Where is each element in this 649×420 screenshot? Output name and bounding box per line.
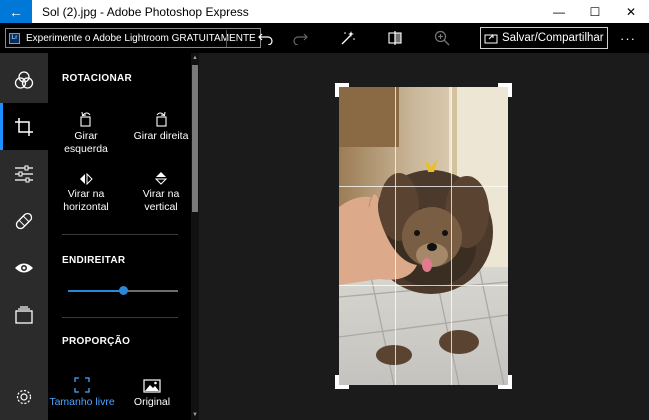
straighten-slider-thumb[interactable] [118, 286, 128, 295]
top-toolbar: Lr Experimente o Adobe Lightroom GRATUIT… [0, 23, 649, 53]
crop-options-panel: ROTACIONAR Girar esquerda Girar direita … [48, 53, 191, 420]
rotate-left-button[interactable]: Girar esquerda [51, 105, 121, 156]
settings-button[interactable] [0, 373, 48, 420]
back-arrow-icon: ← [9, 3, 23, 20]
rotate-right-icon [156, 111, 167, 127]
rail-item-red-eye[interactable] [0, 244, 48, 291]
crop-handle-bottom-left[interactable] [335, 375, 349, 389]
circles-icon [14, 70, 34, 89]
aspect-original-label: Original [133, 396, 171, 408]
rail-item-adjust[interactable] [0, 150, 48, 197]
aspect-free-button[interactable]: Tamanho livre [48, 371, 117, 409]
crop-handle-bottom-right[interactable] [498, 375, 512, 389]
scroll-down-icon[interactable]: ▼ [191, 410, 199, 420]
rotate-left-label: Girar esquerda [64, 130, 108, 155]
back-button[interactable]: ← [0, 0, 32, 23]
save-share-button[interactable]: Salvar/Compartilhar [480, 27, 608, 49]
flip-vertical-button[interactable]: Virar na vertical [126, 163, 191, 214]
rail-item-borders[interactable] [0, 291, 48, 338]
dog-photo [339, 87, 508, 385]
crop-handle-top-left[interactable] [335, 83, 349, 97]
save-share-label: Salvar/Compartilhar [502, 32, 604, 44]
flip-horizontal-icon [80, 173, 93, 185]
flip-vertical-label: Virar na vertical [142, 188, 180, 213]
rotate-right-label: Girar direita [133, 130, 189, 142]
lightroom-promo-button[interactable]: Lr Experimente o Adobe Lightroom GRATUIT… [5, 28, 261, 48]
free-size-icon [74, 377, 90, 393]
close-icon: ✕ [625, 4, 637, 19]
flip-horizontal-button[interactable]: Virar na horizontal [51, 163, 121, 214]
section-divider [62, 234, 178, 235]
undo-icon[interactable] [257, 29, 275, 47]
bandage-icon [15, 212, 33, 229]
crop-handle-top-right[interactable] [498, 83, 512, 97]
scrollbar-thumb[interactable] [192, 65, 198, 212]
section-divider [62, 317, 178, 318]
gear-icon [16, 389, 32, 404]
redo-icon[interactable] [291, 29, 309, 47]
crop-grid-line [395, 87, 396, 385]
zoom-icon[interactable] [433, 29, 451, 47]
toolbar-divider [226, 30, 227, 47]
image-icon [143, 379, 161, 393]
rail-item-heal[interactable] [0, 197, 48, 244]
tool-rail [0, 53, 48, 420]
aspect-free-label: Tamanho livre [49, 396, 115, 408]
aspect-section-title: PROPORÇÃO [62, 336, 131, 347]
straighten-slider-fill [68, 290, 123, 292]
rotate-left-icon [80, 111, 91, 127]
window-title: Sol (2).jpg - Adobe Photoshop Express [42, 4, 249, 19]
layers-icon [15, 305, 33, 324]
share-icon [484, 34, 498, 44]
auto-fix-icon[interactable] [339, 29, 357, 47]
panel-scrollbar[interactable]: ▲ ▼ [191, 53, 199, 420]
crop-icon [15, 117, 33, 136]
rail-item-crop[interactable] [0, 103, 48, 150]
sliders-icon [15, 165, 33, 182]
crop-grid-line [451, 87, 452, 385]
straighten-slider[interactable] [68, 286, 178, 295]
minimize-icon: — [553, 4, 565, 19]
more-icon: ··· [620, 30, 636, 46]
straighten-section-title: ENDIREITAR [62, 255, 126, 266]
image-canvas [199, 53, 649, 420]
maximize-icon: ☐ [589, 4, 601, 19]
lightroom-logo-icon: Lr [9, 32, 20, 44]
aspect-original-button[interactable]: Original [117, 371, 187, 409]
close-button[interactable]: ✕ [613, 0, 649, 23]
rotate-section-title: ROTACIONAR [62, 73, 133, 84]
minimize-button[interactable]: — [541, 0, 577, 23]
maximize-button[interactable]: ☐ [577, 0, 613, 23]
flip-horizontal-label: Virar na horizontal [63, 188, 109, 213]
photo-preview[interactable] [339, 87, 508, 385]
eye-icon [15, 263, 33, 272]
compare-icon[interactable] [386, 29, 404, 47]
rotate-right-button[interactable]: Girar direita [126, 105, 191, 143]
title-bar: ← Sol (2).jpg - Adobe Photoshop Express … [0, 0, 649, 23]
crop-grid-line [339, 285, 508, 286]
lightroom-promo-label: Experimente o Adobe Lightroom GRATUITAME… [26, 32, 256, 44]
rail-item-looks[interactable] [0, 56, 48, 103]
scroll-up-icon[interactable]: ▲ [191, 53, 199, 63]
flip-vertical-icon [155, 172, 167, 185]
crop-grid-line [339, 186, 508, 187]
more-options-button[interactable]: ··· [617, 29, 639, 47]
